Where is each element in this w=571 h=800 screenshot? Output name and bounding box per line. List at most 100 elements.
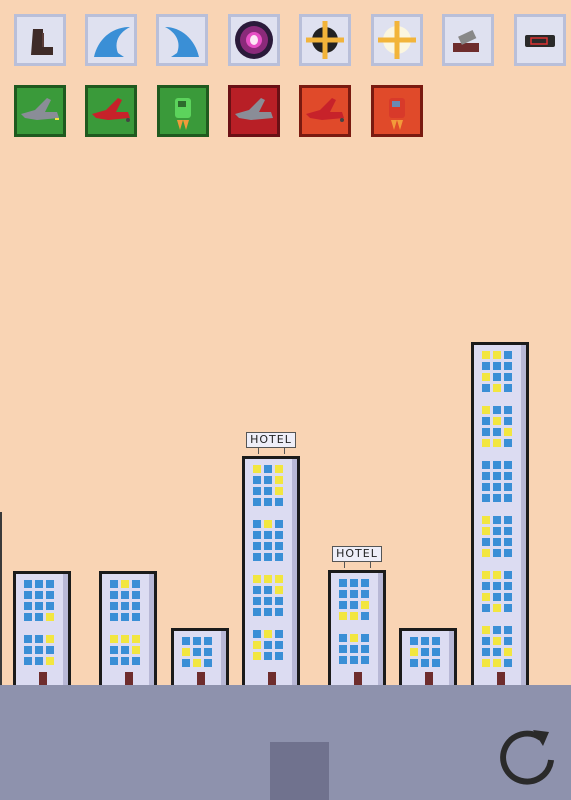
building-window: [504, 604, 512, 612]
building-window: [493, 384, 501, 392]
sign-post: [284, 448, 285, 454]
building-window: [504, 373, 512, 381]
plane-red-green-tile[interactable]: [85, 85, 137, 137]
portal-tile[interactable]: [228, 14, 280, 66]
building-window: [493, 362, 501, 370]
building-window: [182, 648, 190, 656]
building-window: [46, 613, 54, 621]
building-window: [121, 602, 129, 610]
wave-tile-2[interactable]: [156, 14, 208, 66]
building-window: [35, 646, 43, 654]
building-shade: [63, 574, 68, 685]
building-window: [204, 648, 212, 656]
building-window: [493, 417, 501, 425]
crosshair-icon: [306, 21, 344, 59]
building-window: [253, 652, 261, 660]
building-window: [121, 646, 129, 654]
building-window: [504, 428, 512, 436]
building-window: [350, 579, 358, 587]
building-window: [482, 384, 490, 392]
jetpack-icon-2: [389, 98, 405, 130]
reload-icon[interactable]: [497, 724, 559, 786]
building-window: [275, 465, 283, 473]
plane-gray-green-tile[interactable]: [14, 85, 66, 137]
building-window: [361, 612, 369, 620]
building-window: [275, 652, 283, 660]
building-window: [493, 406, 501, 414]
building-window: [253, 575, 261, 583]
building-window: [493, 461, 501, 469]
building-window: [482, 417, 490, 425]
building: [171, 628, 229, 685]
building-window: [121, 580, 129, 588]
building-window: [132, 635, 140, 643]
building-window: [193, 637, 201, 645]
building-window: [121, 635, 129, 643]
building-window: [361, 656, 369, 664]
bandage-icon: [453, 29, 479, 52]
building-window: [432, 637, 440, 645]
building-window: [504, 593, 512, 601]
building-window: [264, 476, 272, 484]
building-window: [193, 659, 201, 667]
jetpack-green-tile[interactable]: [157, 85, 209, 137]
building-window: [35, 591, 43, 599]
building-window: [253, 553, 261, 561]
hotel-sign: HOTEL: [246, 432, 296, 448]
building-window: [504, 494, 512, 502]
building-window: [482, 527, 490, 535]
building-window: [264, 630, 272, 638]
sparkle-tile[interactable]: [371, 14, 423, 66]
battery-tile[interactable]: [514, 14, 566, 66]
building-window: [504, 582, 512, 590]
building-window: [275, 586, 283, 594]
building-window: [264, 641, 272, 649]
launch-pad: [270, 742, 329, 800]
boot-tile[interactable]: [14, 14, 66, 66]
plane-icon: [21, 98, 59, 120]
building-window: [253, 641, 261, 649]
building-shade: [378, 573, 383, 685]
plane-red-red-tile[interactable]: [299, 85, 351, 137]
building-window: [482, 593, 490, 601]
building-window: [46, 602, 54, 610]
edge-wall: [0, 512, 2, 685]
building-window: [275, 498, 283, 506]
jetpack-red-tile[interactable]: [371, 85, 423, 137]
building-window: [493, 527, 501, 535]
building-window: [121, 657, 129, 665]
building-window: [253, 630, 261, 638]
building-window: [253, 597, 261, 605]
building-window: [493, 626, 501, 634]
building-window: [504, 659, 512, 667]
building-window: [482, 637, 490, 645]
building-window: [132, 580, 140, 588]
building-shade: [221, 631, 226, 685]
building-shade: [521, 345, 526, 685]
building-window: [361, 579, 369, 587]
building-window: [493, 582, 501, 590]
building-window: [24, 591, 32, 599]
wave-tile[interactable]: [85, 14, 137, 66]
building-window: [110, 646, 118, 654]
building-window: [361, 645, 369, 653]
building-window: [24, 635, 32, 643]
building-window: [35, 602, 43, 610]
bandage-tile[interactable]: [442, 14, 494, 66]
building-window: [339, 645, 347, 653]
building-window: [482, 648, 490, 656]
building-window: [339, 656, 347, 664]
sign-post: [258, 448, 259, 454]
building-window: [504, 472, 512, 480]
plane-gray-red-tile[interactable]: [228, 85, 280, 137]
building-door: [425, 672, 433, 685]
building-window: [493, 538, 501, 546]
building-window: [493, 439, 501, 447]
building: [399, 628, 457, 685]
building-window: [482, 351, 490, 359]
crosshair-tile[interactable]: [299, 14, 351, 66]
building-window: [264, 487, 272, 495]
building-window: [482, 604, 490, 612]
sparkle-icon: [378, 21, 416, 59]
building-window: [132, 646, 140, 654]
